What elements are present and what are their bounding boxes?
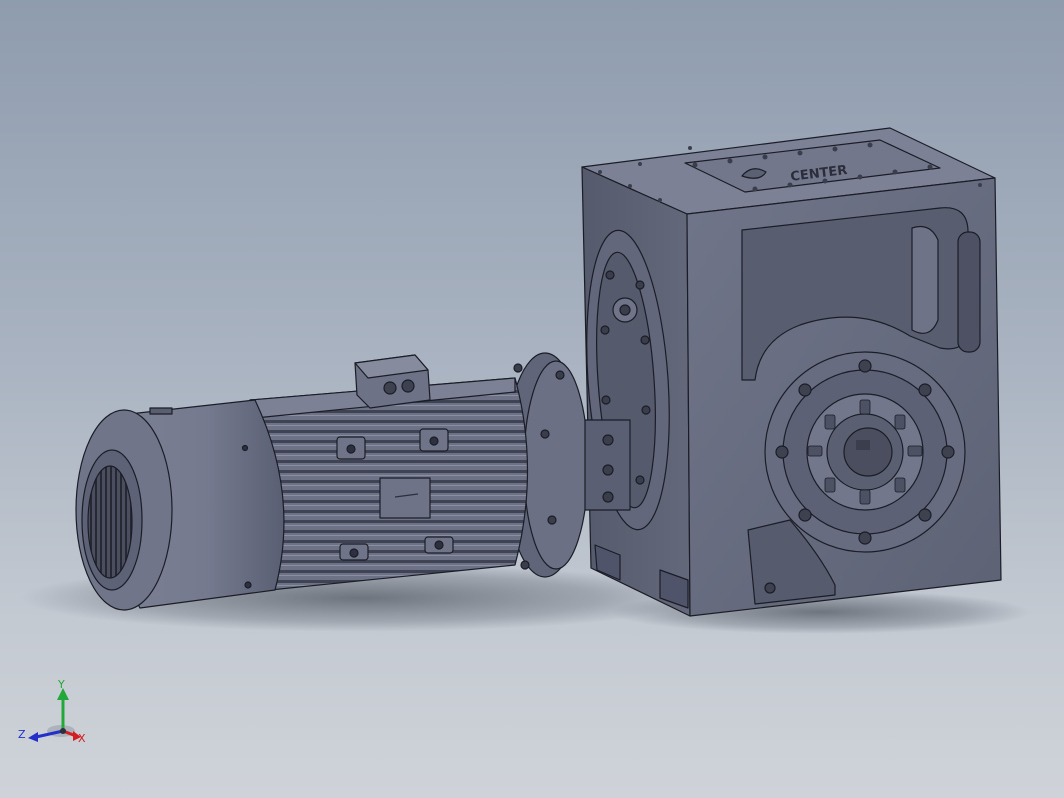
output-bore	[843, 427, 893, 477]
triad-y-label: Y	[58, 678, 65, 691]
fan-grill	[87, 465, 133, 579]
gearbox-housing[interactable]: CENTER	[578, 127, 1002, 617]
coordinate-triad: Y Z X	[16, 676, 96, 746]
graphics-viewport[interactable]: CENTER Y Z X	[0, 0, 1064, 798]
triad-x-label: X	[78, 732, 86, 745]
electric-motor[interactable]	[75, 352, 631, 611]
motor-nameplate	[379, 477, 431, 519]
gearbox-side-slot	[957, 231, 981, 353]
cad-scene[interactable]: CENTER	[0, 0, 1064, 798]
triad-z-label: Z	[18, 728, 26, 741]
